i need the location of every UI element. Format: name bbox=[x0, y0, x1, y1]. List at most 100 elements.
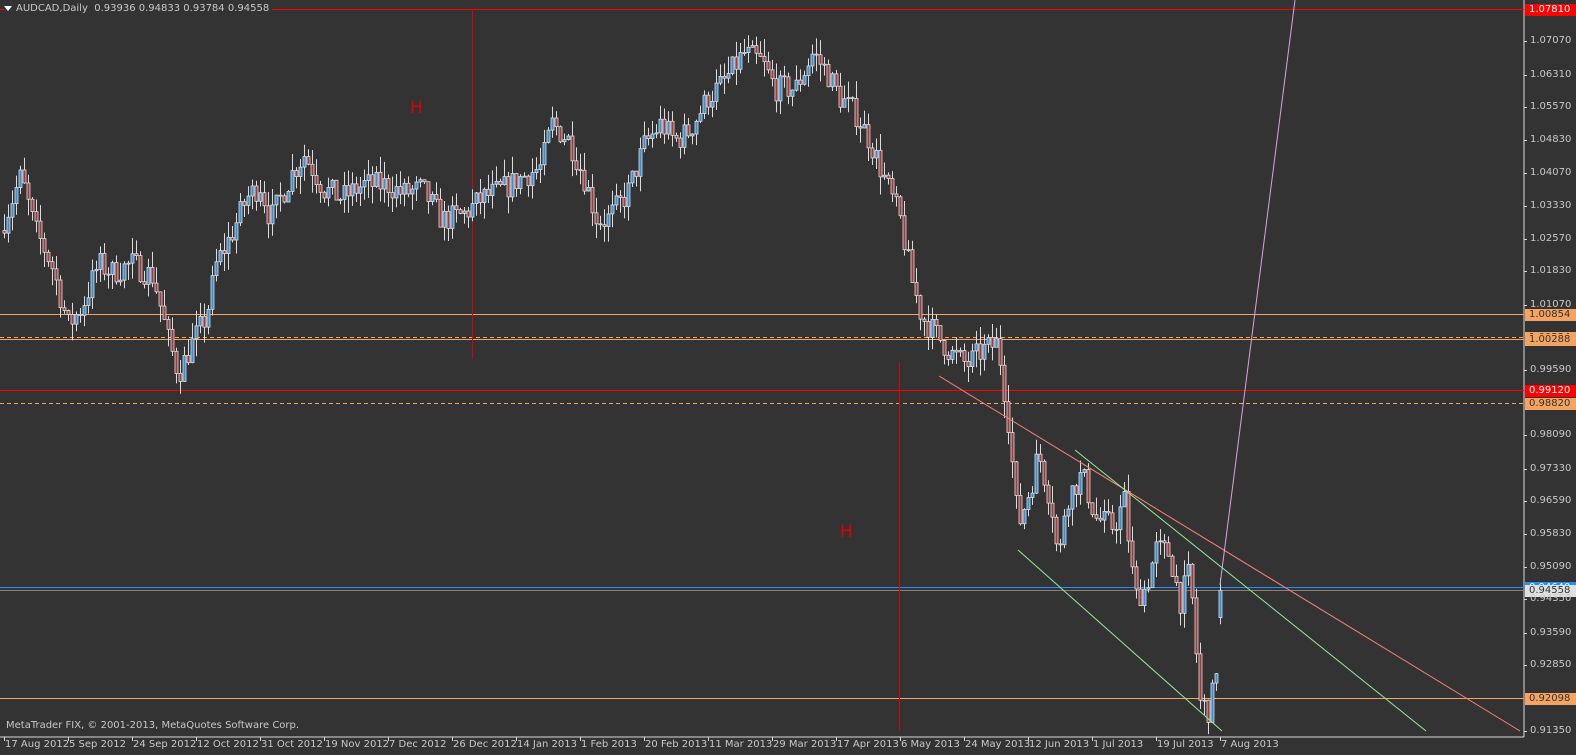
bear-candle bbox=[758, 52, 763, 57]
bull-candle bbox=[350, 183, 355, 197]
bull-candle bbox=[658, 118, 663, 134]
bear-candle bbox=[942, 340, 947, 356]
bear-candle bbox=[854, 97, 859, 128]
bear-candle bbox=[1018, 495, 1023, 525]
bear-candle bbox=[102, 252, 107, 275]
bear-candle bbox=[1138, 588, 1143, 607]
bull-candle bbox=[846, 97, 851, 100]
bear-candle bbox=[1074, 485, 1079, 495]
bull-candle bbox=[234, 222, 239, 241]
bear-candle bbox=[1166, 542, 1171, 557]
level-price-label: 1.07810 bbox=[1525, 3, 1576, 16]
bull-candle bbox=[146, 266, 151, 285]
bear-candle bbox=[406, 182, 411, 195]
bull-candle bbox=[330, 179, 335, 188]
bear-candle bbox=[590, 187, 595, 214]
bear-candle bbox=[706, 94, 711, 108]
bear-candle bbox=[554, 117, 559, 128]
date-tick-label: 1 Feb 2013 bbox=[581, 739, 637, 750]
bear-candle bbox=[262, 192, 267, 207]
bear-candle bbox=[1098, 517, 1103, 521]
bull-candle bbox=[302, 156, 307, 168]
date-tick-label: 12 Oct 2012 bbox=[197, 739, 259, 750]
bear-candle bbox=[878, 149, 883, 178]
bear-candle bbox=[814, 53, 819, 56]
price-chart[interactable] bbox=[0, 0, 1576, 755]
bear-candle bbox=[602, 224, 607, 227]
bear-candle bbox=[58, 279, 63, 309]
bull-candle bbox=[654, 132, 659, 135]
bull-candle bbox=[90, 270, 95, 299]
bull-candle bbox=[790, 89, 795, 97]
bull-candle bbox=[650, 133, 655, 139]
bear-candle bbox=[162, 305, 167, 320]
bear-candle bbox=[514, 173, 519, 190]
bear-candle bbox=[446, 210, 451, 229]
date-tick-label: 5 Sep 2012 bbox=[69, 739, 127, 750]
price-tick-label: 1.05570 bbox=[1530, 101, 1572, 112]
bear-candle bbox=[634, 170, 639, 177]
bear-candle bbox=[106, 273, 111, 276]
bear-candle bbox=[174, 350, 179, 374]
bear-candle bbox=[434, 194, 439, 200]
bear-candle bbox=[866, 124, 871, 149]
bear-candle bbox=[1090, 502, 1095, 516]
bull-candle bbox=[546, 129, 551, 143]
bear-candle bbox=[186, 355, 191, 364]
chart-header: AUDCAD,Daily 0.93936 0.94833 0.93784 0.9… bbox=[4, 3, 273, 14]
bear-candle bbox=[1134, 566, 1139, 590]
bear-candle bbox=[906, 249, 911, 252]
bear-candle bbox=[1002, 364, 1007, 403]
bull-candle bbox=[218, 250, 223, 263]
bull-candle bbox=[298, 166, 303, 177]
price-tick-label: 0.92850 bbox=[1530, 659, 1572, 670]
date-tick-label: 29 Mar 2013 bbox=[773, 739, 837, 750]
bull-candle bbox=[702, 94, 707, 114]
price-tick-label: 0.97330 bbox=[1530, 463, 1572, 474]
bear-candle bbox=[378, 171, 383, 190]
bull-candle bbox=[694, 120, 699, 135]
bull-candle bbox=[470, 203, 475, 218]
bear-candle bbox=[898, 196, 903, 217]
bear-candle bbox=[890, 178, 895, 195]
date-tick-label: 7 Aug 2013 bbox=[1221, 739, 1279, 750]
bull-candle bbox=[606, 213, 611, 227]
bull-candle bbox=[642, 135, 647, 150]
date-tick-label: 20 Feb 2013 bbox=[645, 739, 708, 750]
annotation-h[interactable]: H bbox=[410, 98, 423, 118]
bull-candle bbox=[714, 82, 719, 102]
bull-candle bbox=[710, 100, 715, 108]
bull-candle bbox=[190, 338, 195, 364]
bear-candle bbox=[150, 266, 155, 284]
bull-candle bbox=[74, 314, 79, 325]
bull-candle bbox=[586, 187, 591, 192]
bull-candle bbox=[82, 305, 87, 316]
bear-candle bbox=[266, 205, 271, 225]
bull-candle bbox=[198, 315, 203, 327]
bull-candle bbox=[730, 56, 735, 74]
bear-candle bbox=[910, 249, 915, 283]
trendline-projection bbox=[1219, 0, 1296, 586]
bear-candle bbox=[998, 338, 1003, 366]
bull-candle bbox=[522, 175, 527, 178]
bear-candle bbox=[158, 291, 163, 307]
price-tick-label: 1.01070 bbox=[1530, 299, 1572, 310]
bull-candle bbox=[930, 318, 935, 338]
bear-candle bbox=[322, 191, 327, 199]
bull-candle bbox=[258, 192, 263, 202]
bear-candle bbox=[22, 169, 27, 184]
annotation-h[interactable]: H bbox=[840, 522, 853, 542]
price-tick-label: 0.96590 bbox=[1530, 495, 1572, 506]
bear-candle bbox=[978, 343, 983, 360]
bear-candle bbox=[894, 193, 899, 198]
dropdown-triangle-icon[interactable] bbox=[4, 5, 12, 11]
date-tick-label: 14 Jan 2013 bbox=[517, 739, 577, 750]
date-tick-label: 12 Jun 2013 bbox=[1029, 739, 1090, 750]
date-tick-label: 31 Oct 2012 bbox=[261, 739, 323, 750]
bull-candle bbox=[550, 117, 555, 131]
bear-candle bbox=[1038, 453, 1043, 462]
bear-candle bbox=[1006, 401, 1011, 433]
bull-candle bbox=[98, 252, 103, 270]
bear-candle bbox=[222, 250, 227, 254]
ohlc-values: 0.93936 0.94833 0.93784 0.94558 bbox=[94, 3, 270, 14]
